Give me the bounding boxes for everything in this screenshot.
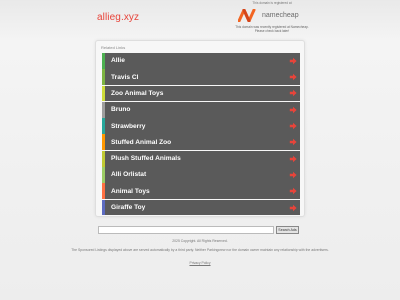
arrow-right-icon (289, 122, 297, 130)
related-links-list: Allie Travis Cl Zoo Animal Toys Bruno Strawb… (102, 53, 300, 216)
registrar-note: This domain was recently registered at N… (235, 25, 309, 33)
related-link-label: Giraffe Toy (111, 204, 146, 212)
arrow-right-icon (289, 171, 297, 179)
related-link-label: Bruno (111, 106, 131, 114)
related-link-label: Zoo Animal Toys (111, 89, 164, 97)
related-link-label: Alli Orlistat (111, 171, 147, 179)
related-link-row[interactable]: Bruno (102, 101, 300, 118)
related-link-row[interactable]: Strawberry (102, 118, 300, 134)
search-ads-button[interactable]: Search Ads (276, 226, 299, 234)
related-links-panel: Related Links Allie Travis Cl Zoo Animal T… (95, 40, 305, 217)
related-link-row[interactable]: Animal Toys (102, 183, 300, 200)
arrow-right-icon (289, 204, 297, 212)
namecheap-wordmark: namecheap (262, 12, 299, 19)
related-link-row[interactable]: Plush Stuffed Animals (102, 150, 300, 167)
copyright-text: 2025 Copyright. All Rights Reserved. (172, 239, 228, 243)
related-link-label: Animal Toys (111, 187, 150, 195)
arrow-right-icon (289, 187, 297, 195)
related-link-label: Plush Stuffed Animals (111, 155, 181, 163)
related-link-row[interactable]: Stuffed Animal Zoo (102, 134, 300, 151)
domain-name: allieg.xyz (97, 12, 140, 23)
arrow-right-icon (289, 106, 297, 114)
namecheap-logo[interactable]: namecheap (238, 7, 306, 24)
related-link-row[interactable]: Zoo Animal Toys (102, 85, 300, 102)
related-link-row[interactable]: Giraffe Toy (102, 199, 300, 216)
namecheap-logo-icon (238, 9, 256, 22)
related-link-row[interactable]: Travis Cl (102, 69, 300, 86)
privacy-policy-link[interactable]: Privacy Policy (0, 261, 400, 265)
registrar-caption: This domain is registered at (252, 1, 292, 5)
related-link-label: Strawberry (111, 122, 146, 130)
search-input[interactable] (98, 226, 274, 234)
arrow-right-icon (289, 89, 297, 97)
related-link-label: Allie (111, 57, 125, 65)
related-link-label: Travis Cl (111, 73, 139, 81)
disclaimer-text: The Sponsored Listings displayed above a… (71, 248, 329, 252)
parked-domain-page: allieg.xyz This domain is registered at … (0, 0, 400, 300)
arrow-right-icon (289, 138, 297, 146)
panel-title: Related Links (101, 45, 126, 50)
related-link-label: Stuffed Animal Zoo (111, 138, 172, 146)
related-link-row[interactable]: Alli Orlistat (102, 167, 300, 183)
search-bar: Search Ads (98, 226, 302, 234)
arrow-right-icon (289, 155, 297, 163)
related-link-row[interactable]: Allie (102, 53, 300, 69)
arrow-right-icon (289, 57, 297, 65)
arrow-right-icon (289, 73, 297, 81)
